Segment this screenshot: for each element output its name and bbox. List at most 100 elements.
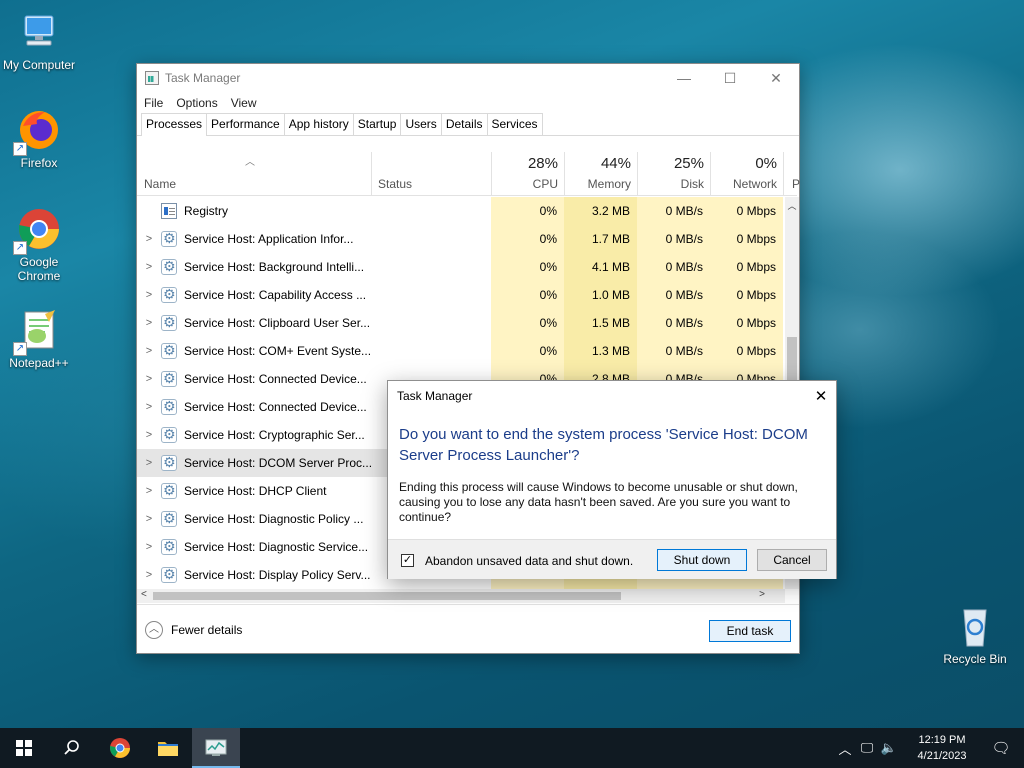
folder-icon (158, 742, 178, 756)
notification-center-icon[interactable]: 🗨 (978, 739, 1024, 757)
expand-chevron-icon[interactable]: > (137, 401, 161, 413)
desktop-icon-label: My Computer (2, 58, 76, 72)
chevron-up-circle-icon: ︿ (145, 621, 163, 639)
service-gear-icon (161, 510, 177, 527)
service-gear-icon (161, 426, 177, 443)
shortcut-arrow-icon: ↗ (13, 342, 27, 356)
abandon-data-checkbox[interactable]: ✓ (401, 554, 414, 567)
column-status[interactable]: Status (371, 152, 491, 196)
desktop-icon-label: Firefox (20, 156, 58, 170)
taskbar-task-manager[interactable] (192, 728, 240, 768)
dialog-message: Ending this process will cause Windows t… (399, 480, 798, 524)
expand-chevron-icon[interactable]: > (137, 569, 161, 581)
service-gear-icon (161, 454, 177, 471)
expand-chevron-icon[interactable]: > (137, 289, 161, 301)
column-network[interactable]: 0% Network (710, 152, 783, 196)
tab-strip: Processes Performance App history Startu… (137, 113, 799, 136)
expand-chevron-icon[interactable]: > (137, 317, 161, 329)
show-hidden-icons-chevron-icon[interactable]: ︿ (834, 739, 856, 758)
table-row[interactable]: > Service Host: COM+ Event Syste... 0% 1… (137, 337, 785, 365)
checkbox-label[interactable]: Abandon unsaved data and shut down. (425, 554, 633, 568)
service-gear-icon (161, 342, 177, 359)
dialog-footer: ✓ Abandon unsaved data and shut down. Sh… (388, 539, 836, 579)
registry-icon (161, 203, 177, 219)
sort-up-icon: ︿ (245, 157, 255, 168)
tab-processes[interactable]: Processes (141, 113, 208, 136)
service-gear-icon (161, 398, 177, 415)
column-memory[interactable]: 44% Memory (564, 152, 637, 196)
desktop-icon-notepadpp[interactable]: ↗ Notepad++ (1, 306, 77, 370)
menu-view[interactable]: View (231, 96, 257, 110)
tab-app-history[interactable]: App history (283, 113, 354, 135)
tab-services[interactable]: Services (486, 113, 543, 135)
recycle-bin-icon (951, 602, 999, 650)
system-tray: ︿ 🖵 🔈 12:19 PM 4/21/2023 🗨 (834, 728, 1024, 768)
tab-users[interactable]: Users (400, 113, 442, 135)
desktop-icon-firefox[interactable]: ↗ Firefox (1, 106, 77, 170)
service-gear-icon (161, 370, 177, 387)
scroll-right-icon[interactable]: > (759, 589, 765, 600)
expand-chevron-icon[interactable]: > (137, 541, 161, 553)
service-gear-icon (161, 258, 177, 275)
table-row[interactable]: > Service Host: Background Intelli... 0%… (137, 253, 785, 281)
firefox-icon: ↗ (13, 106, 63, 156)
scroll-up-icon[interactable]: ︿ (785, 199, 799, 212)
start-button[interactable] (0, 728, 48, 768)
close-button[interactable]: ✕ (753, 64, 799, 92)
expand-chevron-icon[interactable]: > (137, 513, 161, 525)
expand-chevron-icon[interactable]: > (137, 429, 161, 441)
minimize-button[interactable]: — (661, 64, 707, 92)
fewer-details-button[interactable]: ︿ Fewer details (145, 621, 242, 639)
scroll-thumb[interactable] (153, 592, 621, 600)
tab-details[interactable]: Details (440, 113, 488, 135)
menu-options[interactable]: Options (176, 96, 217, 110)
expand-chevron-icon[interactable]: > (137, 373, 161, 385)
column-cpu[interactable]: 28% CPU (491, 152, 564, 196)
window-titlebar[interactable]: Task Manager — ☐ ✕ (137, 64, 799, 92)
taskbar-file-explorer[interactable] (144, 728, 192, 768)
column-header: ︿ Name Status 28% CPU 44% Memory 25% Dis… (137, 152, 800, 196)
clock[interactable]: 12:19 PM 4/21/2023 (906, 732, 978, 764)
expand-chevron-icon[interactable]: > (137, 261, 161, 273)
end-process-dialog: Task Manager ✕ Do you want to end the sy… (387, 380, 837, 579)
dialog-titlebar[interactable]: Task Manager ✕ (388, 381, 836, 411)
dialog-title: Task Manager (397, 389, 473, 403)
table-row[interactable]: > Service Host: Clipboard User Ser... 0%… (137, 309, 785, 337)
expand-chevron-icon[interactable]: > (137, 485, 161, 497)
column-name[interactable]: ︿ Name (137, 152, 371, 196)
menu-file[interactable]: File (144, 96, 163, 110)
column-power-partial[interactable]: P (783, 152, 800, 196)
table-row[interactable]: > Service Host: Capability Access ... 0%… (137, 281, 785, 309)
search-button[interactable] (48, 728, 96, 768)
desktop-icon-my-computer[interactable]: My Computer (1, 8, 77, 72)
expand-chevron-icon[interactable]: > (137, 345, 161, 357)
shut-down-button[interactable]: Shut down (657, 549, 747, 571)
desktop-icon-label: Notepad++ (9, 356, 69, 370)
table-row[interactable]: > Service Host: Application Infor... 0% … (137, 225, 785, 253)
service-gear-icon (161, 538, 177, 555)
dialog-heading: Do you want to end the system process 'S… (399, 426, 808, 464)
end-task-button[interactable]: End task (709, 620, 791, 642)
tab-performance[interactable]: Performance (206, 113, 285, 135)
desktop-icon-recycle-bin[interactable]: Recycle Bin (937, 602, 1013, 666)
cancel-button[interactable]: Cancel (757, 549, 827, 571)
network-icon[interactable]: 🖵 (856, 740, 878, 756)
dialog-close-button[interactable]: ✕ (806, 387, 836, 405)
scroll-left-icon[interactable]: < (141, 589, 147, 600)
volume-icon[interactable]: 🔈 (878, 740, 900, 756)
table-row[interactable]: Registry 0% 3.2 MB 0 MB/s 0 Mbps (137, 197, 785, 225)
computer-icon (15, 8, 63, 56)
task-manager-icon (205, 739, 227, 756)
expand-chevron-icon[interactable]: > (137, 233, 161, 245)
horizontal-scrollbar[interactable]: < > (137, 589, 785, 603)
desktop-icon-label: Google Chrome (17, 255, 61, 283)
tab-startup[interactable]: Startup (352, 113, 402, 135)
clock-time: 12:19 PM (918, 734, 966, 746)
taskbar-chrome[interactable] (96, 728, 144, 768)
column-disk[interactable]: 25% Disk (637, 152, 710, 196)
service-gear-icon (161, 314, 177, 331)
maximize-button[interactable]: ☐ (707, 64, 753, 92)
task-manager-icon (145, 71, 159, 85)
expand-chevron-icon[interactable]: > (137, 457, 161, 469)
desktop-icon-chrome[interactable]: ↗ Google Chrome (1, 205, 77, 283)
